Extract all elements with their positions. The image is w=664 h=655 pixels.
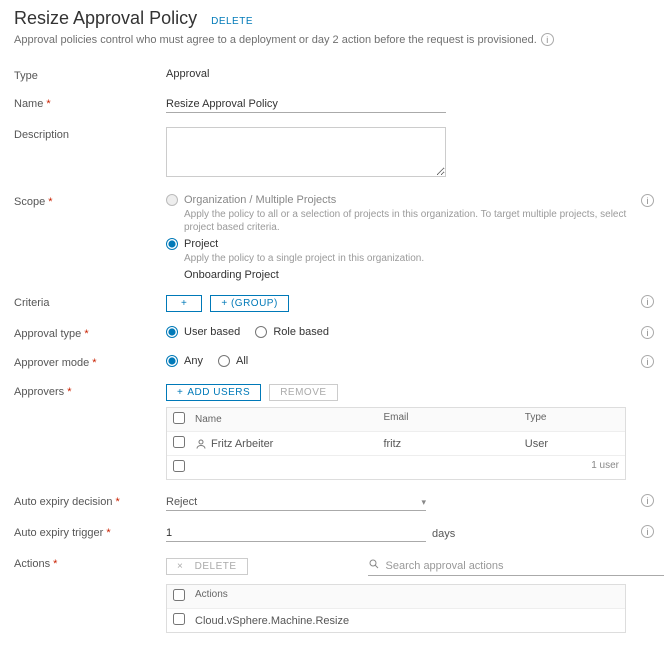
approver-type: User: [525, 438, 619, 450]
scope-project-name: Onboarding Project: [184, 269, 628, 281]
info-icon[interactable]: i: [641, 326, 654, 339]
approver-mode-any-label: Any: [184, 355, 203, 367]
table-row[interactable]: Cloud.vSphere.Machine.Resize: [167, 609, 625, 632]
scope-org-hint: Apply the policy to all or a selection o…: [184, 208, 628, 234]
page-title: Resize Approval Policy: [14, 8, 197, 29]
scope-project-hint: Apply the policy to a single project in …: [184, 252, 628, 265]
approver-email: fritz: [383, 438, 524, 450]
actions-table: Actions Cloud.vSphere.Machine.Resize: [166, 584, 626, 633]
actions-search-input[interactable]: [386, 560, 664, 572]
approvers-footer-checkbox[interactable]: [173, 460, 185, 472]
approvers-label: Approvers: [14, 384, 166, 398]
approver-mode-all-radio[interactable]: [218, 355, 230, 367]
approvers-col-name: Name: [195, 412, 383, 427]
info-icon[interactable]: i: [641, 525, 654, 538]
delete-policy-link[interactable]: DELETE: [211, 16, 253, 27]
auto-expiry-decision-label: Auto expiry decision: [14, 494, 166, 508]
approvers-col-type: Type: [525, 412, 619, 427]
scope-org-label: Organization / Multiple Projects: [184, 194, 336, 206]
auto-expiry-decision-value: Reject: [166, 496, 197, 508]
action-row-checkbox[interactable]: [173, 613, 185, 625]
info-icon[interactable]: i: [541, 33, 554, 46]
criteria-add-button[interactable]: +: [166, 295, 202, 312]
actions-label: Actions: [14, 556, 166, 570]
criteria-label: Criteria: [14, 295, 166, 309]
scope-project-label: Project: [184, 238, 218, 250]
actions-delete-button[interactable]: × DELETE: [166, 558, 248, 575]
approver-mode-any-radio[interactable]: [166, 355, 178, 367]
name-label: Name: [14, 96, 166, 110]
approval-type-role-radio[interactable]: [255, 326, 267, 338]
table-row[interactable]: Fritz Arbeiter fritz User: [167, 432, 625, 456]
auto-expiry-trigger-label: Auto expiry trigger: [14, 525, 166, 539]
approvers-count: 1 user: [591, 460, 619, 475]
approvers-col-email: Email: [383, 412, 524, 427]
approver-row-checkbox[interactable]: [173, 436, 185, 448]
info-icon[interactable]: i: [641, 494, 654, 507]
info-icon[interactable]: i: [641, 355, 654, 368]
auto-expiry-trigger-input[interactable]: [166, 525, 426, 542]
name-input[interactable]: [166, 96, 446, 113]
type-label: Type: [14, 68, 166, 82]
search-icon: [368, 558, 380, 573]
approvers-table: Name Email Type Fritz Arbeiter fritz Use…: [166, 407, 626, 480]
scope-label: Scope: [14, 194, 166, 208]
action-row-value: Cloud.vSphere.Machine.Resize: [195, 615, 349, 627]
user-icon: [195, 438, 207, 450]
auto-expiry-decision-select[interactable]: Reject ▾: [166, 494, 426, 511]
scope-org-radio: [166, 194, 178, 206]
actions-col-header: Actions: [195, 589, 228, 604]
chevron-down-icon: ▾: [421, 497, 426, 508]
days-suffix: days: [432, 528, 455, 540]
type-value: Approval: [166, 68, 650, 80]
criteria-group-button[interactable]: + (GROUP): [210, 295, 288, 312]
info-icon[interactable]: i: [641, 194, 654, 207]
approver-mode-label: Approver mode: [14, 355, 166, 369]
description-label: Description: [14, 127, 166, 141]
approver-mode-all-label: All: [236, 355, 248, 367]
scope-project-radio[interactable]: [166, 238, 178, 250]
approver-name: Fritz Arbeiter: [211, 438, 273, 450]
page-subtitle: Approval policies control who must agree…: [14, 34, 537, 46]
approval-type-user-label: User based: [184, 326, 240, 338]
actions-select-all-checkbox[interactable]: [173, 589, 185, 601]
approval-type-user-radio[interactable]: [166, 326, 178, 338]
info-icon[interactable]: i: [641, 295, 654, 308]
approval-type-label: Approval type: [14, 326, 166, 340]
approval-type-role-label: Role based: [273, 326, 329, 338]
add-users-button[interactable]: +ADD USERS: [166, 384, 261, 401]
description-textarea[interactable]: [166, 127, 446, 177]
remove-users-button[interactable]: REMOVE: [269, 384, 337, 401]
approvers-select-all-checkbox[interactable]: [173, 412, 185, 424]
